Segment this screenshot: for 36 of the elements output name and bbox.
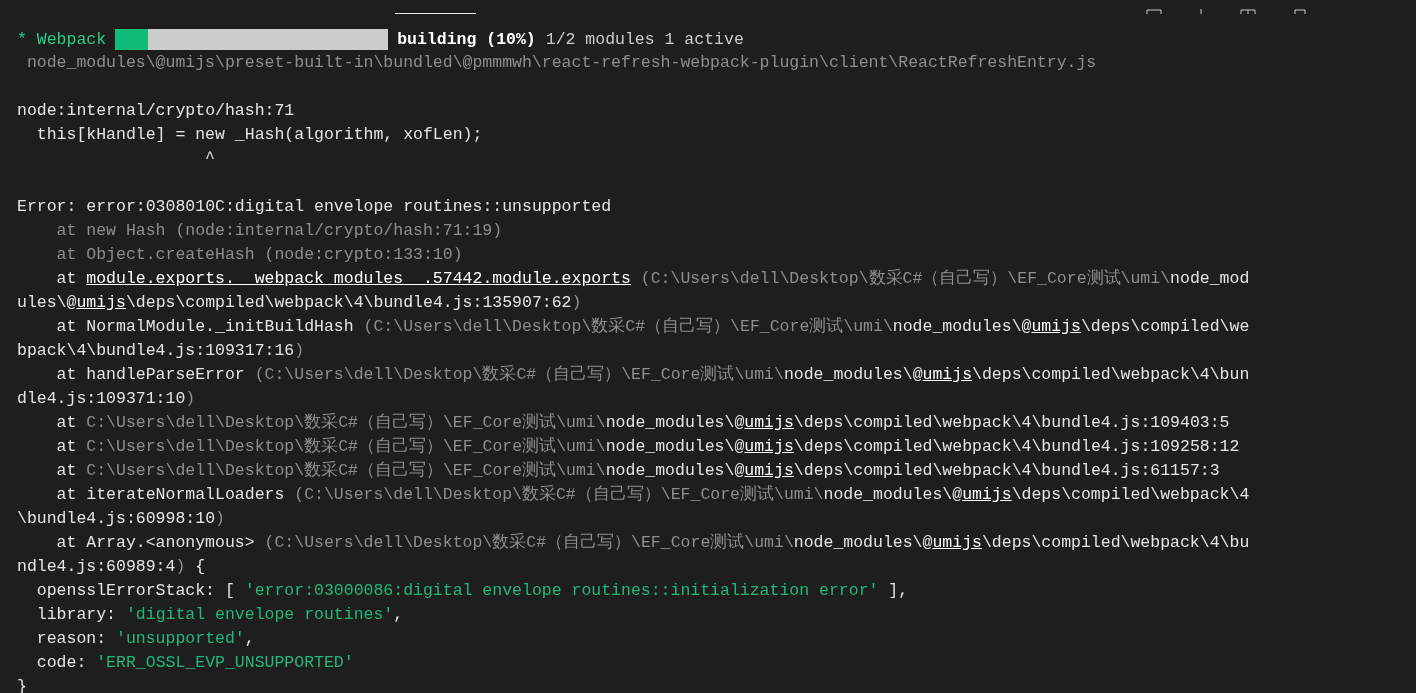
terminal-line: bpack\4\bundle4.js:109317:16) xyxy=(17,341,305,360)
terminal-line: node_modules\@umijs\preset-built-in\bundled\@pmmmwh\react-refresh-webpack-plugin\client\ReactRefreshEntry.js xyxy=(26,53,1097,72)
terminal-line: reason: 'unsupported', xyxy=(36,629,255,648)
terminal-link[interactable]: umijs xyxy=(922,365,973,384)
terminal-line: at C:\Users\dell\Desktop\数采C#（自己写）\EF_Core测试\umi\node_modules\@umijs\deps\compiled\webpack\4\bundle4.js:61157:3 xyxy=(56,461,1220,480)
terminal-line: at new Hash (node:internal/crypto/hash:71:19) xyxy=(56,221,503,240)
terminal-line: library: 'digital envelope routines', xyxy=(36,605,404,624)
terminal-line: at C:\Users\dell\Desktop\数采C#（自己写）\EF_Core测试\umi\node_modules\@umijs\deps\compiled\webpack\4\bundle4.js:109403:5 xyxy=(56,413,1230,432)
terminal-link[interactable]: umijs xyxy=(76,293,126,312)
terminal-line: at Array.<anonymous> (C:\Users\dell\Desktop\数采C#（自己写）\EF_Core测试\umi\node_modules\@umijs\deps\compiled\webpack\4\bu xyxy=(56,533,1250,552)
terminal-line: code: 'ERR_OSSL_EVP_UNSUPPORTED' xyxy=(36,653,354,672)
terminal-line: at handleParseError (C:\Users\dell\Desktop\数采C#（自己写）\EF_Core测试\umi\node_modules\@umijs\deps\compiled\webpack\4\bun xyxy=(56,365,1250,384)
terminal-line: at C:\Users\dell\Desktop\数采C#（自己写）\EF_Core测试\umi\node_modules\@umijs\deps\compiled\webpack\4\bundle4.js:109258:12 xyxy=(56,437,1240,456)
progress-detail: 1/2 modules 1 active xyxy=(545,29,744,49)
terminal-line: at module.exports.__webpack_modules__.57442.module.exports (C:\Users\dell\Desktop\数采C#（自己写）\EF_Core测试\umi\node_mod xyxy=(56,269,1250,288)
terminal-line: dle4.js:109371:10) xyxy=(17,389,196,408)
terminal-line: ^ xyxy=(205,149,215,168)
terminal-link[interactable]: umijs xyxy=(744,413,794,432)
terminal-line: node:internal/crypto/hash:71 xyxy=(17,101,295,120)
terminal-line: opensslErrorStack: [ 'error:03000086:digital envelope routines::initialization error' ], xyxy=(36,581,909,600)
terminal-link[interactable]: umijs xyxy=(962,485,1012,504)
progress-label: * Webpack xyxy=(17,29,107,49)
terminal-line: at NormalModule._initBuildHash (C:\Users\dell\Desktop\数采C#（自己写）\EF_Core测试\umi\node_modules\@umijs\deps\compiled\we xyxy=(56,317,1250,336)
terminal-link[interactable]: umijs xyxy=(932,533,982,552)
terminal-line: \bundle4.js:60998:10) xyxy=(17,509,225,528)
terminal-line: ules\@umijs\deps\compiled\webpack\4\bundle4.js:135907:62) xyxy=(17,293,582,312)
terminal-line: this[kHandle] = new _Hash(algorithm, xofLen); xyxy=(36,125,483,144)
terminal-line: at Object.createHash (node:crypto:133:10) xyxy=(56,245,463,264)
terminal-link[interactable]: umijs xyxy=(744,461,794,480)
terminal-line: at iterateNormalLoaders (C:\Users\dell\Desktop\数采C#（自己写）\EF_Core测试\umi\node_modules\@umijs\deps\compiled\webpack\4 xyxy=(56,485,1250,504)
terminal-link[interactable]: module.exports.__webpack_modules__.57442.module.exports xyxy=(86,269,631,288)
terminal-line: Error: error:0308010C:digital envelope routines::unsupported xyxy=(17,197,612,216)
terminal-link[interactable]: umijs xyxy=(1031,317,1081,336)
progress-status: building (10%) xyxy=(397,29,536,49)
terminal-link[interactable]: umijs xyxy=(744,437,794,456)
terminal-line: ndle4.js:60989:4) { xyxy=(17,557,206,576)
